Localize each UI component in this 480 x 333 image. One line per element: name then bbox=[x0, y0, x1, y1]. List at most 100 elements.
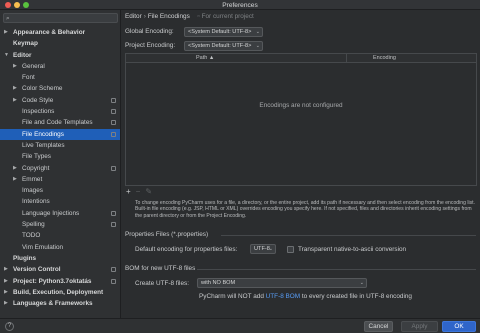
page-icon bbox=[111, 278, 116, 284]
encoding-description: To change encoding PyCharm uses for a fi… bbox=[135, 200, 475, 219]
sidebar-item-live-templates[interactable]: Live Templates bbox=[0, 140, 120, 151]
sidebar-item-label: Vim Emulation bbox=[22, 243, 64, 251]
window-title: Preferences bbox=[222, 1, 258, 9]
chevron-right-icon[interactable]: ▶ bbox=[4, 287, 8, 298]
sidebar-item-plugins[interactable]: Plugins bbox=[0, 253, 120, 264]
page-icon bbox=[111, 210, 116, 216]
sidebar-item-build-execution-deployment[interactable]: ▶ Build, Execution, Deployment bbox=[0, 287, 120, 298]
page-icon bbox=[111, 120, 116, 126]
sidebar-item-label: File and Code Templates bbox=[22, 119, 93, 127]
settings-search-input[interactable]: ⌕ bbox=[3, 13, 118, 23]
chevron-right-icon[interactable]: ▶ bbox=[4, 298, 8, 309]
properties-encoding-select[interactable]: UTF-8 ⌄ bbox=[250, 244, 276, 254]
sidebar-item-appearance-behavior[interactable]: ▶ Appearance & Behavior bbox=[0, 27, 120, 38]
column-header-encoding[interactable]: Encoding bbox=[373, 55, 396, 61]
global-encoding-select[interactable]: <System Default: UTF-8> ⌄ bbox=[184, 27, 263, 37]
sidebar-item-copyright[interactable]: ▶ Copyright bbox=[0, 163, 120, 174]
dialog-button-bar: ? Cancel Apply OK bbox=[0, 318, 480, 333]
sidebar-item-label: Color Scheme bbox=[22, 85, 63, 93]
project-encoding-select[interactable]: <System Default: UTF-8> ⌄ bbox=[184, 41, 263, 51]
sidebar-item-label: Copyright bbox=[22, 164, 50, 172]
sidebar-item-languages-frameworks[interactable]: ▶ Languages & Frameworks bbox=[0, 298, 120, 309]
sidebar-item-label: File Types bbox=[22, 153, 52, 161]
project-encoding-label: Project Encoding: bbox=[125, 42, 176, 49]
sidebar-item-general[interactable]: ▶ General bbox=[0, 61, 120, 72]
sidebar-item-project-python3-7oktat-s[interactable]: ▶ Project: Python3.7oktatás bbox=[0, 276, 120, 287]
page-icon: ▫ bbox=[197, 13, 200, 20]
create-utf8-files-label: Create UTF-8 files: bbox=[135, 280, 189, 287]
sidebar-item-todo[interactable]: TODO bbox=[0, 230, 120, 241]
column-divider bbox=[346, 54, 347, 63]
sidebar-item-label: TODO bbox=[22, 232, 41, 240]
chevron-down-icon: ⌄ bbox=[268, 246, 273, 252]
bom-info-text: PyCharm will NOT add UTF-8 BOM to every … bbox=[199, 293, 412, 300]
chevron-right-icon[interactable]: ▶ bbox=[4, 264, 8, 275]
chevron-right-icon[interactable]: ▶ bbox=[13, 83, 17, 94]
window-titlebar: Preferences bbox=[0, 0, 480, 10]
sidebar-item-label: Inspections bbox=[22, 108, 55, 116]
sidebar-item-images[interactable]: Images bbox=[0, 185, 120, 196]
sidebar-item-code-style[interactable]: ▶ Code Style bbox=[0, 95, 120, 106]
sidebar-item-label: Language Injections bbox=[22, 209, 80, 217]
project-scope-note: ▫ For current project bbox=[197, 13, 254, 20]
apply-button[interactable]: Apply bbox=[401, 321, 438, 332]
sidebar-item-file-and-code-templates[interactable]: File and Code Templates bbox=[0, 117, 120, 128]
create-utf8-files-select[interactable]: with NO BOM ⌄ bbox=[197, 278, 367, 288]
section-divider bbox=[197, 269, 476, 270]
sidebar-item-file-encodings[interactable]: File Encodings bbox=[0, 128, 120, 140]
encodings-table[interactable]: Path ▲ Encoding Encodings are not config… bbox=[125, 53, 477, 186]
remove-mapping-button[interactable]: − bbox=[136, 187, 141, 196]
chevron-right-icon[interactable]: ▶ bbox=[4, 276, 8, 287]
sidebar-item-label: Intentions bbox=[22, 198, 50, 206]
sidebar-item-label: File Encodings bbox=[22, 130, 64, 138]
sidebar-item-label: Plugins bbox=[13, 254, 37, 262]
sidebar-item-color-scheme[interactable]: ▶ Color Scheme bbox=[0, 83, 120, 94]
transparent-native-to-ascii-checkbox[interactable] bbox=[287, 246, 294, 253]
sidebar-item-label: Project: Python3.7oktatás bbox=[13, 277, 92, 285]
chevron-down-icon[interactable]: ▼ bbox=[4, 50, 9, 61]
breadcrumb-editor[interactable]: Editor bbox=[125, 13, 142, 20]
chevron-right-icon[interactable]: ▶ bbox=[13, 95, 17, 106]
sidebar-item-inspections[interactable]: Inspections bbox=[0, 106, 120, 117]
transparent-native-to-ascii-label[interactable]: Transparent native-to-ascii conversion bbox=[298, 246, 406, 253]
sidebar-item-font[interactable]: Font bbox=[0, 72, 120, 83]
add-mapping-button[interactable]: + bbox=[126, 187, 131, 196]
breadcrumb: Editor › File Encodings ▫ For current proj… bbox=[125, 13, 254, 20]
sidebar-item-keymap[interactable]: Keymap bbox=[0, 38, 120, 49]
global-encoding-label: Global Encoding: bbox=[125, 28, 174, 35]
sidebar-item-label: Code Style bbox=[22, 96, 54, 104]
sidebar-item-editor[interactable]: ▼ Editor bbox=[0, 50, 120, 61]
sidebar-item-label: Emmet bbox=[22, 175, 43, 183]
sort-ascending-icon: ▲ bbox=[208, 55, 215, 61]
sidebar-item-label: Version Control bbox=[13, 266, 61, 274]
chevron-right-icon[interactable]: ▶ bbox=[4, 27, 8, 38]
column-header-path[interactable]: Path ▲ bbox=[196, 55, 214, 61]
empty-table-message: Encodings are not configured bbox=[259, 102, 343, 109]
edit-mapping-button[interactable]: ✎ bbox=[145, 187, 152, 196]
sidebar-item-spelling[interactable]: Spelling bbox=[0, 219, 120, 230]
sidebar-item-label: Live Templates bbox=[22, 141, 65, 149]
utf8-bom-link[interactable]: UTF-8 BOM bbox=[266, 293, 300, 300]
sidebar-item-language-injections[interactable]: Language Injections bbox=[0, 208, 120, 219]
sidebar-item-emmet[interactable]: ▶ Emmet bbox=[0, 174, 120, 185]
sidebar-item-version-control[interactable]: ▶ Version Control bbox=[0, 264, 120, 275]
chevron-right-icon[interactable]: ▶ bbox=[13, 61, 17, 72]
page-icon bbox=[111, 109, 116, 115]
sidebar-item-vim-emulation[interactable]: Vim Emulation bbox=[0, 242, 120, 253]
sidebar-item-intentions[interactable]: Intentions bbox=[0, 196, 120, 207]
chevron-right-icon[interactable]: ▶ bbox=[13, 174, 17, 185]
help-button[interactable]: ? bbox=[5, 322, 14, 331]
breadcrumb-separator: › bbox=[143, 13, 146, 20]
sidebar-item-label: Languages & Frameworks bbox=[13, 300, 93, 308]
sidebar-item-label: General bbox=[22, 62, 45, 70]
table-toolbar: + − ✎ bbox=[126, 187, 157, 196]
ok-button[interactable]: OK bbox=[442, 321, 476, 332]
chevron-right-icon[interactable]: ▶ bbox=[13, 163, 17, 174]
chevron-down-icon: ⌄ bbox=[255, 43, 260, 49]
sidebar-item-label: Keymap bbox=[13, 40, 38, 48]
properties-section-title: Properties Files (*.properties) bbox=[125, 231, 209, 238]
file-encodings-panel: Editor › File Encodings ▫ For current proj… bbox=[121, 10, 480, 318]
sidebar-item-file-types[interactable]: File Types bbox=[0, 151, 120, 162]
cancel-button[interactable]: Cancel bbox=[364, 321, 393, 332]
settings-tree: ▶ Appearance & Behavior Keymap ▼ Editor ▶ Gene… bbox=[0, 27, 120, 309]
